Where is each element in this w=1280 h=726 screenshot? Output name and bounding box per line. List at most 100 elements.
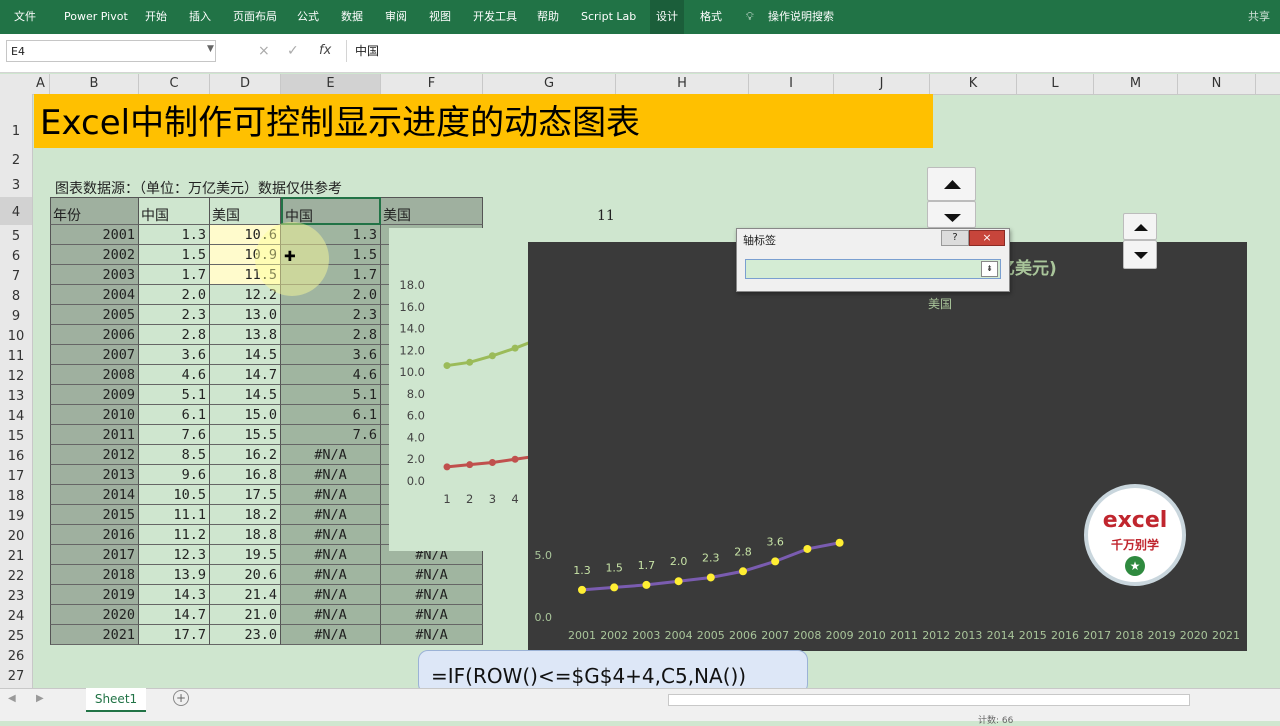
- cell-year[interactable]: 2020: [50, 605, 139, 625]
- help-button[interactable]: ?: [941, 230, 969, 246]
- cell-china[interactable]: 2.0: [139, 285, 210, 305]
- name-box[interactable]: E4: [6, 40, 216, 62]
- row-header-26[interactable]: 26: [0, 645, 32, 665]
- header-china[interactable]: 中国: [139, 197, 210, 225]
- tab-file[interactable]: 文件: [14, 0, 36, 34]
- tab-help[interactable]: 帮助: [537, 0, 559, 34]
- cell-china[interactable]: 6.1: [139, 405, 210, 425]
- col-header-m[interactable]: M: [1094, 74, 1178, 94]
- cell-usa[interactable]: 13.0: [210, 305, 281, 325]
- scroll-right-icon[interactable]: ▶: [36, 693, 44, 704]
- cell-year[interactable]: 2007: [50, 345, 139, 365]
- cell-year[interactable]: 2018: [50, 565, 139, 585]
- cell-china[interactable]: 2.3: [139, 305, 210, 325]
- tab-insert[interactable]: 插入: [189, 0, 211, 34]
- cell-usa[interactable]: 15.0: [210, 405, 281, 425]
- col-header-n[interactable]: N: [1178, 74, 1256, 94]
- tab-page-layout[interactable]: 页面布局: [233, 0, 277, 34]
- row-header-4[interactable]: 4: [0, 197, 32, 225]
- cell-usa[interactable]: 15.5: [210, 425, 281, 445]
- axis-label-dialog[interactable]: 轴标签 ? × ⇟: [736, 228, 1010, 292]
- cell-china-dynamic[interactable]: #N/A: [281, 625, 381, 645]
- cell-usa[interactable]: 14.7: [210, 365, 281, 385]
- cell-year[interactable]: 2019: [50, 585, 139, 605]
- row-header-25[interactable]: 25: [0, 625, 32, 645]
- row-header-13[interactable]: 13: [0, 385, 32, 405]
- cell-china[interactable]: 13.9: [139, 565, 210, 585]
- row-header-5[interactable]: 5: [0, 225, 32, 245]
- cell-china[interactable]: 3.6: [139, 345, 210, 365]
- cell-china-dynamic[interactable]: #N/A: [281, 465, 381, 485]
- tab-data[interactable]: 数据: [341, 0, 363, 34]
- tab-developer[interactable]: 开发工具: [473, 0, 517, 34]
- col-header-b[interactable]: B: [50, 74, 139, 94]
- cell-china[interactable]: 2.8: [139, 325, 210, 345]
- row-header-1[interactable]: 1: [0, 94, 32, 148]
- header-china-dynamic[interactable]: 中国: [281, 197, 381, 225]
- close-button[interactable]: ×: [969, 230, 1005, 246]
- enter-icon[interactable]: ✓: [287, 43, 299, 59]
- cell-china-dynamic[interactable]: #N/A: [281, 585, 381, 605]
- cell-china-dynamic[interactable]: 4.6: [281, 365, 381, 385]
- cell-year[interactable]: 2012: [50, 445, 139, 465]
- col-header-l[interactable]: L: [1017, 74, 1094, 94]
- cell-china-dynamic[interactable]: #N/A: [281, 485, 381, 505]
- row-header-27[interactable]: 27: [0, 665, 32, 685]
- cell-china[interactable]: 7.6: [139, 425, 210, 445]
- cell-usa[interactable]: 14.5: [210, 385, 281, 405]
- col-header-d[interactable]: D: [210, 74, 281, 94]
- cell-usa[interactable]: 18.2: [210, 505, 281, 525]
- cell-china-dynamic[interactable]: 2.8: [281, 325, 381, 345]
- cell-year[interactable]: 2021: [50, 625, 139, 645]
- row-header-17[interactable]: 17: [0, 465, 32, 485]
- cell-usa[interactable]: 16.2: [210, 445, 281, 465]
- tell-me-search[interactable]: 操作说明搜索: [768, 0, 834, 34]
- formula-input[interactable]: 中国: [346, 40, 1276, 62]
- cell-usa-dynamic[interactable]: #N/A: [381, 625, 483, 645]
- cell-china[interactable]: 9.6: [139, 465, 210, 485]
- cell-usa[interactable]: 23.0: [210, 625, 281, 645]
- cell-year[interactable]: 2017: [50, 545, 139, 565]
- tab-review[interactable]: 审阅: [385, 0, 407, 34]
- col-header-e[interactable]: E: [281, 74, 381, 94]
- progress-control-value[interactable]: 11: [597, 208, 615, 224]
- row-header-12[interactable]: 12: [0, 365, 32, 385]
- cell-china-dynamic[interactable]: #N/A: [281, 605, 381, 625]
- row-header-9[interactable]: 9: [0, 305, 32, 325]
- add-sheet-icon[interactable]: +: [173, 690, 189, 706]
- cell-china-dynamic[interactable]: 7.6: [281, 425, 381, 445]
- cell-usa[interactable]: 19.5: [210, 545, 281, 565]
- cell-usa[interactable]: 13.8: [210, 325, 281, 345]
- cell-usa[interactable]: 21.4: [210, 585, 281, 605]
- cell-china-dynamic[interactable]: #N/A: [281, 545, 381, 565]
- tab-design[interactable]: 设计: [650, 0, 684, 34]
- row-header-11[interactable]: 11: [0, 345, 32, 365]
- row-header-3[interactable]: 3: [0, 170, 32, 197]
- cell-year[interactable]: 2016: [50, 525, 139, 545]
- cell-year[interactable]: 2004: [50, 285, 139, 305]
- tab-home[interactable]: 开始: [145, 0, 167, 34]
- tab-formulas[interactable]: 公式: [297, 0, 319, 34]
- col-header-c[interactable]: C: [139, 74, 210, 94]
- cell-china[interactable]: 4.6: [139, 365, 210, 385]
- tab-view[interactable]: 视图: [429, 0, 451, 34]
- cell-year[interactable]: 2011: [50, 425, 139, 445]
- row-header-19[interactable]: 19: [0, 505, 32, 525]
- row-header-20[interactable]: 20: [0, 525, 32, 545]
- cell-china-dynamic[interactable]: 5.1: [281, 385, 381, 405]
- share-button[interactable]: 共享: [1248, 0, 1270, 34]
- col-header-j[interactable]: J: [834, 74, 930, 94]
- col-header-i[interactable]: I: [749, 74, 834, 94]
- cell-usa-dynamic[interactable]: #N/A: [381, 605, 483, 625]
- cell-year[interactable]: 2014: [50, 485, 139, 505]
- cell-year[interactable]: 2008: [50, 365, 139, 385]
- axis-range-input[interactable]: [745, 259, 1001, 279]
- cell-china[interactable]: 1.7: [139, 265, 210, 285]
- cell-china[interactable]: 14.3: [139, 585, 210, 605]
- spin-down-button[interactable]: [927, 201, 976, 228]
- cell-china[interactable]: 8.5: [139, 445, 210, 465]
- tab-format[interactable]: 格式: [700, 0, 722, 34]
- cell-usa[interactable]: 14.5: [210, 345, 281, 365]
- col-header-a[interactable]: A: [32, 74, 50, 94]
- chevron-down-icon[interactable]: ▼: [207, 44, 214, 54]
